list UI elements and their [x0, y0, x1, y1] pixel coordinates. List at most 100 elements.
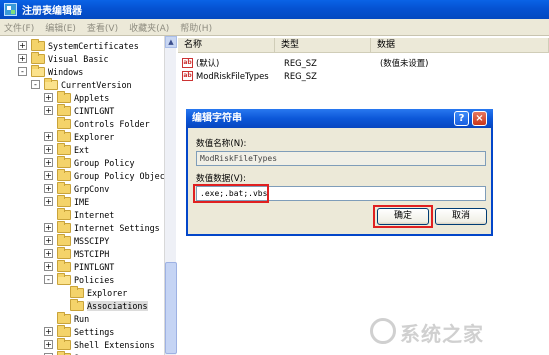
tree-item[interactable]: Controls Folder: [44, 116, 150, 130]
folder-icon: [57, 168, 71, 181]
value-name: ModRiskFileTypes: [196, 70, 269, 81]
value-type: REG_SZ: [284, 70, 317, 81]
folder-icon: [57, 246, 71, 259]
folder-icon: [57, 311, 71, 324]
column-type[interactable]: 类型: [275, 38, 371, 53]
expand-icon[interactable]: +: [44, 223, 53, 232]
tree-item[interactable]: + Internet Settings: [44, 220, 160, 234]
tree-item-label: Group Policy Objec: [74, 170, 165, 181]
expand-icon[interactable]: +: [44, 171, 53, 180]
scroll-thumb[interactable]: [165, 262, 177, 354]
tree-item[interactable]: + Settings: [44, 324, 115, 338]
tree-item[interactable]: + IME: [44, 194, 90, 208]
watermark-logo-icon: [370, 318, 396, 344]
watermark-text: 系统之家: [400, 322, 484, 346]
tree-item[interactable]: Explorer: [57, 285, 127, 299]
list-item[interactable]: ab ModRiskFileTypes REG_SZ: [182, 69, 380, 82]
cancel-button[interactable]: 取消: [435, 208, 487, 225]
registry-tree[interactable]: + SystemCertificates + Visual Basic - Windows…: [0, 36, 176, 355]
tree-item[interactable]: - Windows: [18, 64, 84, 78]
menu-help[interactable]: 帮助(H): [180, 21, 212, 34]
tree-item[interactable]: - Policies: [44, 272, 114, 286]
column-data[interactable]: 数据: [371, 38, 549, 53]
tree-item-label: Controls Folder: [74, 118, 150, 129]
expand-icon[interactable]: +: [44, 184, 53, 193]
tree-item-label: Internet Settings: [74, 222, 160, 233]
help-icon[interactable]: ?: [454, 111, 469, 126]
expand-icon[interactable]: +: [44, 145, 53, 154]
expand-icon[interactable]: +: [44, 132, 53, 141]
folder-icon: [57, 233, 71, 246]
folder-icon: [31, 64, 45, 77]
expand-icon[interactable]: +: [44, 236, 53, 245]
tree-item[interactable]: + MSTCIPH: [44, 246, 109, 260]
folder-icon: [57, 337, 71, 350]
tree-item[interactable]: + Explorer: [44, 129, 114, 143]
folder-icon: [57, 207, 71, 220]
tree-item-label: Settings: [74, 326, 115, 337]
tree-item[interactable]: + Group Policy Objec: [44, 168, 165, 182]
list-item[interactable]: ab (默认) REG_SZ (数值未设置): [182, 56, 428, 69]
menu-view[interactable]: 查看(V): [87, 21, 118, 34]
tree-item-label: CINTLGNT: [74, 105, 115, 116]
tree-item[interactable]: + SystemCertificates: [18, 38, 139, 52]
menu-favorites[interactable]: 收藏夹(A): [129, 21, 169, 34]
menu-edit[interactable]: 编辑(E): [45, 21, 76, 34]
window-title: 注册表编辑器: [22, 6, 82, 17]
expand-icon[interactable]: +: [44, 106, 53, 115]
folder-icon: [70, 285, 84, 298]
tree-item[interactable]: + Shell Extensions: [44, 337, 155, 351]
edit-string-dialog: 编辑字符串 ? × 数值名称(N): ModRiskFileTypes 数值数据…: [186, 109, 493, 236]
expand-icon[interactable]: +: [44, 340, 53, 349]
menu-file[interactable]: 文件(F): [4, 21, 34, 34]
expand-icon[interactable]: +: [18, 41, 27, 50]
tree-item[interactable]: + CINTLGNT: [44, 103, 115, 117]
data-highlight-box: [193, 184, 269, 203]
folder-icon: [57, 90, 71, 103]
menu-bar: 文件(F) 编辑(E) 查看(V) 收藏夹(A) 帮助(H): [0, 19, 549, 36]
collapse-icon[interactable]: -: [18, 67, 27, 76]
string-value-icon: ab: [182, 70, 193, 81]
tree-item[interactable]: Associations: [57, 298, 148, 312]
tree-item[interactable]: - CurrentVersion: [31, 77, 132, 91]
expand-icon[interactable]: +: [44, 327, 53, 336]
expand-icon[interactable]: +: [18, 54, 27, 63]
tree-item[interactable]: Run: [44, 311, 90, 325]
tree-item[interactable]: Internet: [44, 207, 114, 221]
tree-item[interactable]: + Visual Basic: [18, 51, 109, 65]
expand-icon[interactable]: +: [44, 197, 53, 206]
tree-item[interactable]: + MSSCIPY: [44, 233, 110, 247]
tree-item-label: Applets: [74, 92, 110, 103]
tree-item-label: MSSCIPY: [74, 235, 110, 246]
expand-icon[interactable]: +: [44, 158, 53, 167]
folder-icon: [57, 324, 71, 337]
tree-item[interactable]: +Syncmgr: [44, 350, 109, 355]
folder-icon: [57, 116, 71, 129]
tree-item[interactable]: + Applets: [44, 90, 110, 104]
string-value-icon: ab: [182, 57, 193, 68]
close-icon[interactable]: ×: [472, 111, 487, 126]
tree-item-label: Windows: [48, 66, 84, 77]
expand-icon[interactable]: +: [44, 249, 53, 258]
tree-item-label: Visual Basic: [48, 53, 109, 64]
tree-item-label: IME: [74, 196, 90, 207]
folder-icon: [57, 142, 71, 155]
expand-icon[interactable]: +: [44, 262, 53, 271]
collapse-icon[interactable]: -: [44, 275, 53, 284]
folder-icon: [57, 181, 71, 194]
tree-item[interactable]: + Ext: [44, 142, 89, 156]
folder-icon: [57, 220, 71, 233]
tree-item[interactable]: + GrpConv: [44, 181, 109, 195]
tree-item-label: CurrentVersion: [61, 79, 132, 90]
tree-item-label: SystemCertificates: [48, 40, 139, 51]
tree-item-label: Run: [74, 313, 90, 324]
folder-icon: [57, 272, 71, 285]
column-name[interactable]: 名称: [178, 38, 275, 53]
value-name-label: 数值名称(N):: [196, 139, 247, 149]
tree-item[interactable]: + Group Policy: [44, 155, 135, 169]
scroll-up-icon[interactable]: ▲: [165, 36, 177, 48]
tree-item[interactable]: + PINTLGNT: [44, 259, 114, 273]
collapse-icon[interactable]: -: [31, 80, 40, 89]
tree-scrollbar[interactable]: ▲: [164, 36, 177, 355]
expand-icon[interactable]: +: [44, 93, 53, 102]
